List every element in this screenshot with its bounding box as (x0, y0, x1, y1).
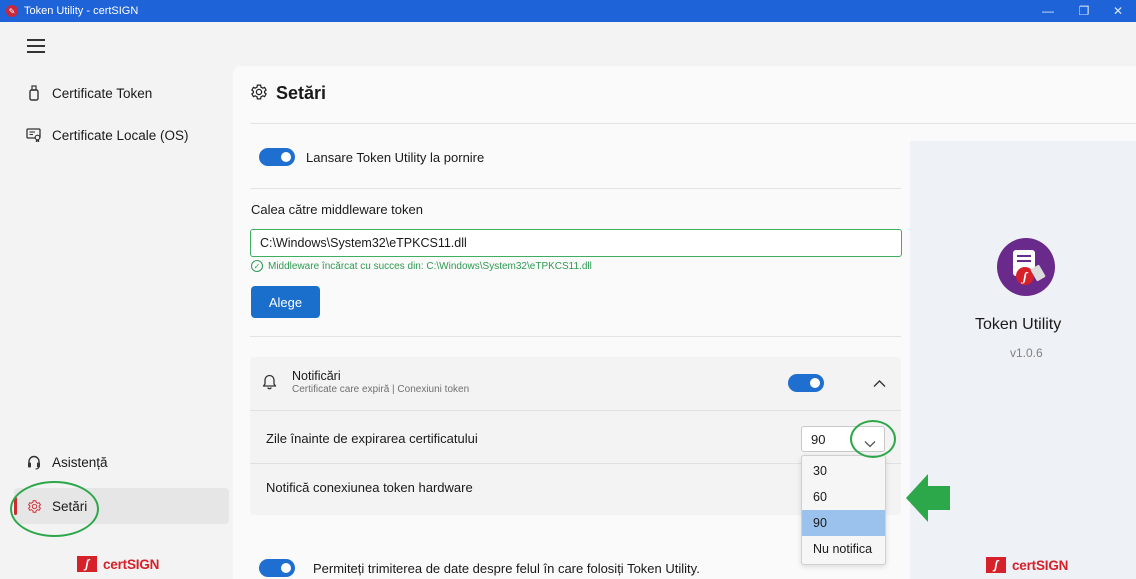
launch-at-startup-label: Lansare Token Utility la pornire (306, 150, 485, 165)
section-divider (250, 188, 901, 189)
dropdown-option-selected[interactable]: 90 (802, 510, 885, 536)
certsign-logo: ʃ certSIGN (986, 557, 1068, 573)
sidebar-item-asistenta[interactable]: Asistență (14, 444, 229, 480)
certsign-app-icon: ✎ (6, 5, 18, 17)
launch-at-startup-toggle[interactable] (259, 148, 295, 166)
chevron-up-icon[interactable] (873, 376, 886, 391)
headset-icon (24, 455, 44, 470)
middleware-path-input[interactable] (250, 229, 902, 257)
token-utility-logo: ʃ (997, 238, 1055, 296)
usb-token-icon (24, 85, 44, 101)
expiry-days-select[interactable]: 90 (801, 426, 885, 452)
sidebar: Certificate Token Certificate Locale (OS… (0, 22, 233, 579)
dropdown-option[interactable]: Nu notifica (802, 536, 885, 562)
sidebar-item-certificate-locale[interactable]: Certificate Locale (OS) (14, 117, 229, 153)
certificate-icon (24, 128, 44, 142)
hardware-connection-label: Notifică conexiunea token hardware (266, 480, 473, 495)
telemetry-toggle[interactable] (259, 559, 295, 577)
sidebar-item-setari[interactable]: Setări (14, 488, 229, 524)
hamburger-menu-icon[interactable] (27, 39, 45, 53)
expiry-days-value: 90 (811, 432, 826, 447)
chevron-down-icon[interactable] (864, 436, 876, 451)
annotation-arrow-icon (906, 474, 950, 522)
close-icon[interactable]: ✕ (1100, 0, 1136, 22)
dropdown-option[interactable]: 30 (802, 458, 885, 484)
sidebar-item-label: Setări (52, 498, 88, 514)
sidebar-item-certificate-token[interactable]: Certificate Token (14, 75, 229, 111)
sidebar-item-label: Asistență (52, 454, 108, 470)
choose-middleware-button[interactable]: Alege (251, 286, 320, 318)
gear-icon (250, 83, 268, 104)
middleware-status: ✓ Middleware încărcat cu succes din: C:\… (251, 260, 592, 272)
expiry-days-dropdown: 30 60 90 Nu notifica (801, 455, 886, 565)
window-title: Token Utility - certSIGN (24, 5, 139, 17)
notifications-title: Notificări (292, 369, 341, 383)
notifications-toggle[interactable] (788, 374, 824, 392)
certsign-logo: ʃ certSIGN (77, 556, 159, 572)
expiry-days-label: Zile înainte de expirarea certificatului (266, 431, 478, 446)
about-app-name: Token Utility (975, 316, 1062, 333)
dropdown-option[interactable]: 60 (802, 484, 885, 510)
gear-icon (24, 499, 44, 514)
title-bar: ✎ Token Utility - certSIGN — ❐ ✕ (0, 0, 1136, 22)
minimize-icon[interactable]: — (1030, 0, 1066, 22)
bell-icon (262, 373, 277, 393)
restore-icon[interactable]: ❐ (1066, 0, 1102, 22)
telemetry-label: Permiteți trimiterea de date despre felu… (313, 561, 700, 576)
middleware-label: Calea către middleware token (251, 202, 423, 217)
certsign-logo-icon: ʃ (986, 557, 1006, 573)
certsign-logo-icon: ʃ (77, 556, 97, 572)
section-divider (250, 336, 901, 337)
sidebar-item-label: Certificate Locale (OS) (52, 127, 189, 143)
title-divider (250, 123, 1136, 124)
about-version: v1.0.6 (1010, 346, 1043, 360)
sidebar-item-label: Certificate Token (52, 85, 153, 101)
check-circle-icon: ✓ (251, 260, 263, 272)
notifications-subtitle: Certificate care expiră | Conexiuni toke… (292, 384, 470, 395)
page-title: Setări (250, 83, 326, 104)
